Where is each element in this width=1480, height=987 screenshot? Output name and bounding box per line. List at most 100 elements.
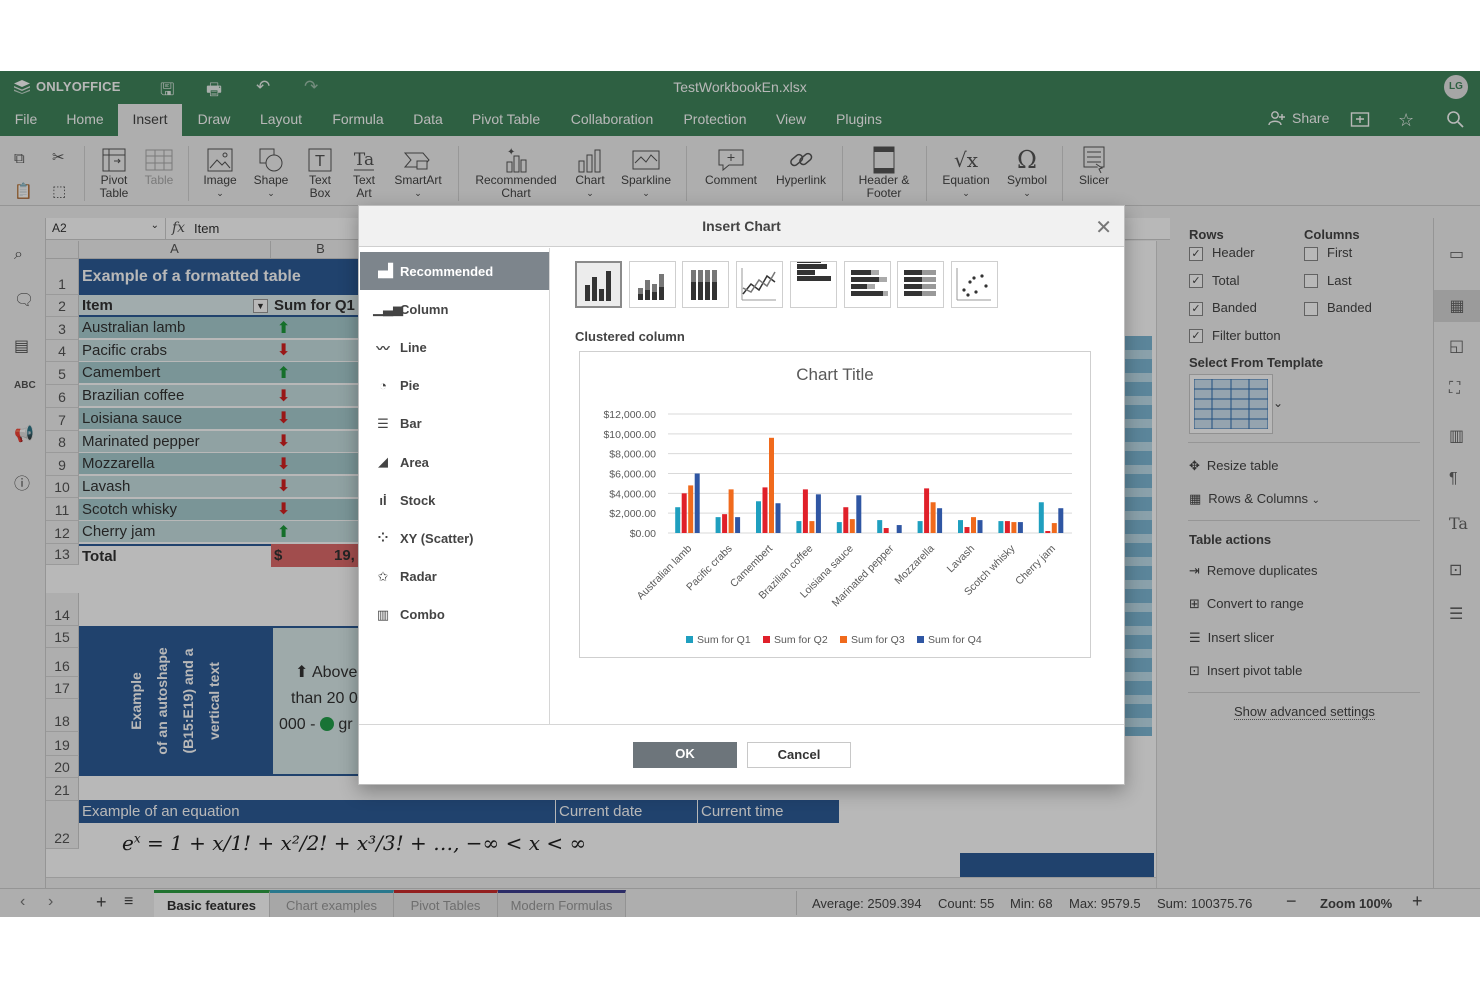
bar-sum-for-q3 bbox=[930, 502, 936, 533]
legend-swatch bbox=[917, 636, 924, 643]
insert-chart-dialog: Insert Chart ✕ ▗▟ Recommended ▁▃▅ Column 〰 Li… bbox=[358, 205, 1125, 785]
chart-title: Chart Title bbox=[796, 365, 873, 384]
subtype-stacked-column[interactable] bbox=[628, 261, 676, 308]
chart-type-icon: ▗▟ bbox=[373, 263, 393, 278]
legend-swatch bbox=[686, 636, 693, 643]
legend-swatch bbox=[840, 636, 847, 643]
spreadsheet-editor-window: ONLYOFFICE 🖫 🖶 ↶ ↷ TestWorkbookEn.xlsx L… bbox=[0, 71, 1480, 917]
chart-preview: Chart Title $12,000.00 $10,000.00 $8,000.00… bbox=[579, 351, 1091, 658]
bar-sum-for-q4 bbox=[977, 520, 983, 533]
bar-sum-for-q1 bbox=[917, 521, 923, 533]
subtype-stacked-bar[interactable] bbox=[843, 261, 891, 308]
bar-sum-for-q3 bbox=[971, 517, 976, 533]
chart-type-pie[interactable]: ◔ Pie bbox=[360, 367, 549, 405]
x-tick-label: Lavash bbox=[945, 543, 978, 576]
y-tick-label: $2,000.00 bbox=[609, 508, 656, 520]
chart-type-icon: ▁▃▅ bbox=[373, 301, 403, 317]
y-tick-label: $8,000.00 bbox=[609, 449, 656, 461]
dialog-title: Insert Chart bbox=[359, 206, 1124, 247]
legend-label: Sum for Q1 bbox=[697, 634, 751, 646]
chart-type-icon: ◢ bbox=[378, 454, 388, 469]
bar-sum-for-q1 bbox=[715, 517, 721, 533]
subtype-100-stacked-bar[interactable] bbox=[897, 261, 945, 308]
bar-sum-for-q4 bbox=[694, 473, 700, 533]
chart-type-label: XY (Scatter) bbox=[400, 530, 474, 546]
bar-sum-for-q3 bbox=[849, 519, 855, 533]
bar-sum-for-q2 bbox=[802, 489, 808, 533]
dialog-footer-separator bbox=[359, 724, 1124, 725]
y-tick-label: $6,000.00 bbox=[609, 469, 656, 481]
subtype-scatter[interactable] bbox=[950, 261, 998, 308]
chart-type-label: Pie bbox=[400, 378, 420, 394]
chart-type-label: Combo bbox=[400, 607, 445, 623]
bar-sum-for-q2 bbox=[924, 488, 930, 533]
100-stacked-column-icon bbox=[691, 270, 718, 300]
subtype-100-stacked-column[interactable] bbox=[682, 261, 730, 308]
bar-sum-for-q2 bbox=[883, 528, 889, 533]
bar-sum-for-q1 bbox=[675, 507, 681, 533]
chart-type-line[interactable]: 〰 Line bbox=[360, 328, 549, 366]
legend-label: Sum for Q3 bbox=[851, 634, 905, 646]
chart-type-label: Stock bbox=[400, 492, 436, 508]
y-tick-label: $4,000.00 bbox=[609, 488, 656, 500]
selected-subtype-label: Clustered column bbox=[575, 329, 685, 344]
bar-sum-for-q1 bbox=[877, 520, 883, 533]
bar-sum-for-q4 bbox=[1058, 508, 1064, 533]
cancel-button[interactable]: Cancel bbox=[747, 742, 851, 768]
bar-sum-for-q3 bbox=[1011, 522, 1017, 533]
line-icon bbox=[741, 268, 777, 301]
bar-sum-for-q4 bbox=[815, 494, 821, 533]
bar-sum-for-q3 bbox=[688, 485, 694, 533]
bar-sum-for-q3 bbox=[1051, 523, 1057, 533]
bar-sum-for-q4 bbox=[735, 517, 741, 533]
chart-type-recommended[interactable]: ▗▟ Recommended bbox=[360, 252, 549, 290]
bar-sum-for-q1 bbox=[998, 521, 1004, 533]
close-icon[interactable]: ✕ bbox=[1095, 215, 1112, 240]
y-tick-label: $12,000.00 bbox=[603, 409, 656, 421]
chart-preview-svg: Chart Title $12,000.00 $10,000.00 $8,000.00… bbox=[603, 365, 1072, 646]
bar-sum-for-q3 bbox=[728, 489, 734, 533]
bar-sum-for-q4 bbox=[896, 525, 902, 533]
bar-sum-for-q4 bbox=[1017, 522, 1023, 533]
chart-type-list: ▗▟ Recommended ▁▃▅ Column 〰 Line ◔ Pie ☰ Bar ◢ Area… bbox=[359, 248, 550, 724]
chart-type-label: Recommended bbox=[400, 263, 494, 279]
chart-type-radar[interactable]: ✩ Radar bbox=[360, 558, 549, 596]
legend-label: Sum for Q4 bbox=[928, 634, 982, 646]
x-tick-label: Mozzarella bbox=[892, 543, 936, 587]
y-tick-label: $10,000.00 bbox=[603, 429, 656, 441]
bar-sum-for-q2 bbox=[1045, 531, 1051, 533]
bar-sum-for-q4 bbox=[775, 503, 781, 533]
stacked-column-icon bbox=[637, 274, 664, 300]
clustered-column-icon bbox=[585, 271, 611, 301]
chart-type-stock[interactable]: ıİ Stock bbox=[360, 481, 549, 519]
chart-type-icon: ⁘ bbox=[377, 530, 389, 546]
chart-type-label: Bar bbox=[400, 416, 422, 432]
chart-type-area[interactable]: ◢ Area bbox=[360, 443, 549, 481]
chart-type-icon: 〰 bbox=[376, 340, 390, 356]
bar-sum-for-q2 bbox=[964, 527, 970, 533]
clustered-bar-icon bbox=[796, 258, 831, 281]
bar-sum-for-q1 bbox=[836, 522, 842, 533]
chart-type-icon: ıİ bbox=[379, 492, 387, 508]
bar-sum-for-q4 bbox=[856, 495, 862, 533]
chart-type-icon: ✩ bbox=[377, 568, 389, 584]
y-tick-label: $0.00 bbox=[630, 528, 656, 540]
bar-sum-for-q1 bbox=[958, 520, 963, 533]
x-tick-label: Cherry jam bbox=[1013, 542, 1058, 587]
chart-type-xy-scatter[interactable]: ⁘ XY (Scatter) bbox=[360, 519, 549, 557]
chart-type-label: Column bbox=[400, 301, 449, 317]
chart-type-icon: ☰ bbox=[377, 415, 389, 431]
subtype-clustered-column[interactable] bbox=[575, 261, 622, 308]
100-stacked-bar-icon bbox=[904, 270, 937, 296]
ok-button[interactable]: OK bbox=[633, 742, 737, 768]
bar-sum-for-q2 bbox=[843, 507, 849, 533]
chart-type-bar[interactable]: ☰ Bar bbox=[360, 405, 549, 443]
bar-sum-for-q2 bbox=[681, 493, 687, 533]
chart-type-column[interactable]: ▁▃▅ Column bbox=[360, 290, 549, 328]
subtype-line[interactable] bbox=[736, 261, 784, 308]
subtype-clustered-bar[interactable] bbox=[789, 258, 837, 308]
legend-label: Sum for Q2 bbox=[774, 634, 828, 646]
bar-sum-for-q1 bbox=[1038, 502, 1044, 533]
bar-sum-for-q3 bbox=[769, 437, 774, 533]
chart-type-combo[interactable]: ▥ Combo bbox=[360, 596, 549, 634]
